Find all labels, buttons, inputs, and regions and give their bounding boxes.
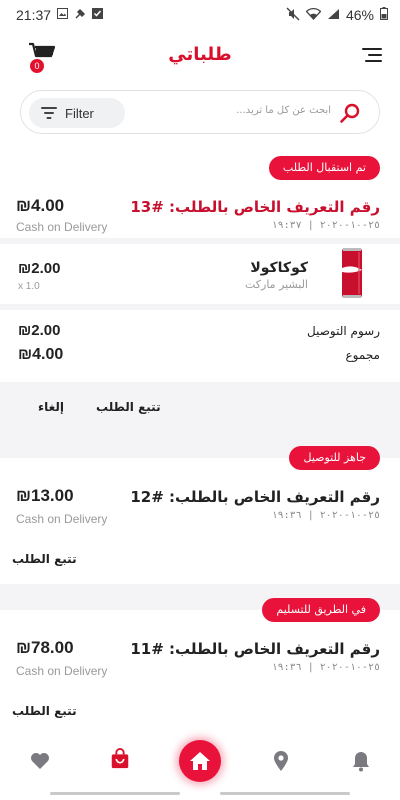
product-store: البشير ماركت	[244, 278, 308, 291]
order-date: ٢٥-١٠-٢٠٢٠ | ١٩:٣٧	[271, 220, 380, 231]
bottom-navigation	[0, 730, 400, 800]
bell-icon[interactable]	[350, 750, 372, 772]
shopping-bag-icon[interactable]	[109, 748, 131, 770]
order-date: ٢٥-١٠-٢٠٢٠ | ١٩:٣٦	[271, 662, 380, 673]
order-actions: تتبع الطلب	[0, 686, 400, 730]
image-notification-icon	[57, 8, 69, 22]
cancel-order-button[interactable]: إلغاء	[38, 400, 64, 414]
delivery-fee-label: رسوم التوصيل	[306, 324, 380, 338]
status-time: 21:37	[16, 7, 52, 23]
payment-method: Cash on Delivery	[16, 664, 108, 678]
filter-button[interactable]: Filter	[29, 98, 125, 128]
status-bar: 21:37 46%	[0, 0, 400, 30]
sum-label: مجموع	[345, 348, 380, 362]
track-order-button[interactable]: تتبع الطلب	[12, 552, 77, 566]
gesture-bar	[220, 792, 350, 795]
tool-notification-icon	[74, 8, 86, 23]
product-name: كوكاكولا	[250, 260, 308, 276]
order-date: ٢٥-١٠-٢٠٢٠ | ١٩:٣٦	[271, 510, 380, 521]
location-pin-icon[interactable]	[270, 750, 292, 772]
track-order-button[interactable]: تتبع الطلب	[96, 400, 161, 414]
heart-icon[interactable]	[29, 750, 51, 772]
check-notification-icon	[92, 8, 104, 22]
sum-value: ₪4.00	[18, 346, 64, 363]
wifi-icon	[305, 7, 322, 23]
search-section: Filter ابحث عن كل ما تريد...	[0, 84, 400, 148]
search-input[interactable]: Filter ابحث عن كل ما تريد...	[20, 90, 380, 134]
signal-icon	[327, 7, 340, 23]
order-title: رقم التعريف الخاص بالطلب: #13	[130, 198, 380, 216]
divider	[0, 304, 400, 310]
status-badge: في الطريق للتسليم	[262, 598, 380, 622]
search-placeholder: ابحث عن كل ما تريد...	[236, 105, 331, 116]
mute-icon	[286, 7, 300, 24]
filter-label: Filter	[65, 105, 94, 121]
status-badge: تم استقبال الطلب	[268, 156, 380, 180]
payment-method: Cash on Delivery	[16, 220, 108, 234]
order-actions: تتبع الطلب	[0, 534, 400, 584]
battery-icon	[380, 7, 388, 23]
order-total: ₪4.00	[16, 196, 65, 215]
gesture-bar	[50, 792, 180, 795]
status-badge: جاهز للتوصيل	[289, 446, 380, 470]
home-icon	[190, 752, 210, 770]
battery-percent: 46%	[345, 7, 374, 23]
app-bar: 0 طلباتي	[0, 30, 400, 84]
home-button[interactable]	[179, 740, 221, 782]
payment-method: Cash on Delivery	[16, 512, 108, 526]
order-title: رقم التعريف الخاص بالطلب: #12	[130, 488, 380, 506]
delivery-fee-value: ₪2.00	[18, 322, 61, 339]
menu-icon[interactable]	[362, 48, 382, 64]
order-total: ₪78.00	[16, 638, 74, 657]
order-title: رقم التعريف الخاص بالطلب: #11	[130, 640, 380, 658]
search-icon[interactable]	[339, 102, 361, 124]
product-price: ₪2.00	[18, 260, 61, 277]
page-title: طلباتي	[168, 44, 232, 65]
coca-cola-can-image	[324, 246, 380, 300]
product-quantity: x 1.0	[18, 281, 40, 292]
order-total: ₪13.00	[16, 486, 74, 505]
filter-icon	[41, 107, 57, 119]
divider	[0, 238, 400, 244]
track-order-button[interactable]: تتبع الطلب	[12, 704, 77, 718]
order-card: تم استقبال الطلب رقم التعريف الخاص بالطل…	[0, 148, 400, 382]
